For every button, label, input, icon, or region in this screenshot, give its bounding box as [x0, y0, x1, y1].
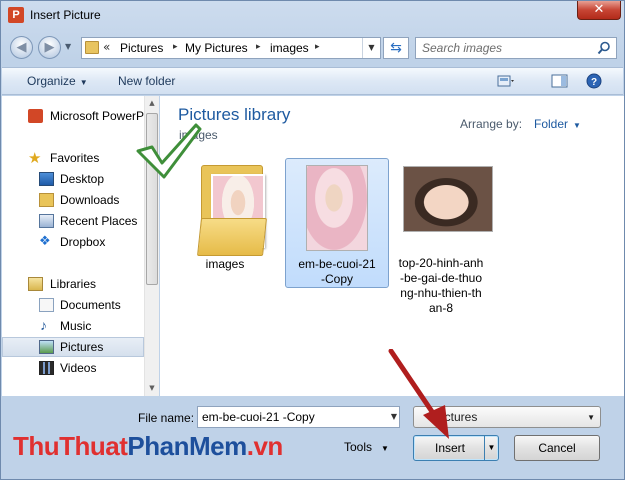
title-bar[interactable]: P Insert Picture ✕	[1, 1, 624, 31]
recent-locations-dropdown[interactable]: ▼	[65, 42, 71, 51]
nav-item-label: Dropbox	[60, 235, 106, 249]
nav-item-desktop[interactable]: Desktop	[2, 169, 144, 189]
file-name-input[interactable]	[202, 410, 372, 424]
insert-options-dropdown[interactable]: ▼	[484, 436, 498, 460]
file-name-line: top-20-hinh-anh	[398, 256, 484, 270]
recent-places-icon	[39, 214, 54, 228]
nav-item-label: Microsoft PowerP	[50, 109, 144, 123]
watermark-logo: ThuThuatPhanMem.vn	[13, 431, 283, 461]
search-input[interactable]	[422, 40, 592, 56]
organize-label: Organize	[27, 74, 76, 88]
image-thumbnail	[306, 165, 368, 251]
nav-item-label: Documents	[60, 298, 121, 312]
arrow-left-icon: ◀	[16, 40, 27, 55]
file-name-line: em-be-cuoi-21	[298, 257, 376, 271]
file-name-line: -Copy	[320, 272, 353, 286]
window-title: Insert Picture	[30, 8, 101, 22]
nav-item-label: Downloads	[60, 193, 120, 207]
search-icon	[597, 41, 610, 55]
close-button[interactable]: ✕	[577, 1, 621, 20]
nav-item-label: Libraries	[50, 277, 97, 291]
nav-item-label: Music	[60, 319, 92, 333]
pictures-icon	[39, 340, 54, 354]
videos-icon	[39, 361, 54, 375]
refresh-icon: ⇆	[390, 40, 402, 56]
nav-item-label: Videos	[60, 361, 97, 375]
help-icon[interactable]: ?	[585, 73, 605, 89]
forward-button[interactable]: ▶	[38, 36, 61, 59]
file-name-label: File name:	[138, 411, 195, 425]
organize-button[interactable]: Organize ▼	[27, 74, 88, 88]
libraries-icon	[28, 277, 43, 291]
change-view-icon[interactable]	[496, 73, 516, 89]
nav-item-label: Favorites	[50, 151, 100, 165]
refresh-button[interactable]: ⇆	[383, 37, 409, 59]
address-overflow-button[interactable]: «	[103, 40, 110, 54]
folder-front-flap	[197, 218, 267, 256]
powerpoint-icon	[28, 109, 43, 123]
cancel-button[interactable]: Cancel	[514, 435, 600, 461]
nav-item-libraries[interactable]: Libraries	[2, 274, 144, 294]
breadcrumb-separator[interactable]: ▸	[173, 42, 178, 52]
powerpoint-app-icon: P	[8, 7, 24, 23]
address-dropdown-button[interactable]: ▼	[362, 38, 380, 58]
chevron-down-icon: ▼	[573, 121, 581, 130]
chevron-down-icon: ▼	[79, 78, 88, 87]
command-bar: Organize ▼ New folder ?	[2, 67, 623, 95]
downloads-icon	[39, 193, 54, 207]
arrow-right-icon: ▶	[44, 40, 55, 55]
scroll-down-icon[interactable]: ▼	[145, 381, 159, 396]
tools-button[interactable]: Tools ▼	[344, 440, 389, 454]
nav-item-label: Pictures	[60, 340, 104, 354]
insert-picture-dialog: P Insert Picture ✕ ◀ ▶ ▼ « Pictures ▸ My…	[0, 0, 625, 480]
nav-item-pictures[interactable]: Pictures	[2, 337, 144, 357]
nav-item-label: Recent Places	[60, 214, 138, 228]
nav-item-recent-places[interactable]: Recent Places	[2, 211, 144, 231]
file-tile-em-be-cuoi-21-copy[interactable]: em-be-cuoi-21 -Copy	[285, 158, 389, 288]
close-icon: ✕	[593, 2, 605, 17]
file-tile-top-20-hinh-anh[interactable]: top-20-hinh-anh -be-gai-de-thuo ng-nhu-t…	[389, 158, 493, 315]
nav-item-documents[interactable]: Documents	[2, 295, 144, 315]
star-icon: ★	[28, 150, 42, 167]
chevron-down-icon: ▼	[587, 413, 595, 422]
nav-item-favorites[interactable]: ★ Favorites	[2, 148, 144, 168]
arrow-pointer-icon	[388, 349, 449, 439]
checkmark-icon	[136, 123, 202, 179]
arrange-by-label: Arrange by:	[460, 117, 523, 131]
file-name-line: an-8	[428, 301, 454, 315]
breadcrumb-pictures[interactable]: Pictures	[120, 41, 163, 55]
arrange-by-dropdown[interactable]: Folder ▼	[534, 117, 581, 131]
nav-item-dropbox[interactable]: ❖ Dropbox	[2, 232, 144, 252]
svg-text:?: ?	[591, 77, 597, 88]
preview-pane-icon[interactable]	[550, 73, 570, 89]
file-name: images	[205, 257, 245, 271]
search-box[interactable]	[415, 37, 617, 59]
tools-label: Tools	[344, 440, 373, 454]
dropbox-icon: ❖	[39, 233, 51, 248]
nav-item-downloads[interactable]: Downloads	[2, 190, 144, 210]
nav-item-music[interactable]: ♪ Music	[2, 316, 144, 336]
desktop-icon	[39, 172, 54, 186]
scroll-up-icon[interactable]: ▲	[145, 96, 159, 111]
file-name-line: -be-gai-de-thuo	[399, 271, 483, 285]
file-name-combo[interactable]: ▼	[197, 406, 400, 428]
breadcrumb-images[interactable]: images	[270, 41, 309, 55]
music-icon: ♪	[40, 317, 47, 333]
nav-item-label: Desktop	[60, 172, 105, 186]
back-button[interactable]: ◀	[10, 36, 33, 59]
folder-icon	[85, 41, 99, 54]
new-folder-button[interactable]: New folder	[118, 74, 175, 88]
breadcrumb-my-pictures[interactable]: My Pictures	[185, 41, 248, 55]
nav-item-videos[interactable]: Videos	[2, 358, 144, 378]
documents-icon	[39, 298, 54, 312]
image-thumbnail	[403, 166, 493, 232]
file-name-line: ng-nhu-thien-th	[400, 286, 482, 300]
arrange-by-value: Folder	[534, 117, 569, 131]
breadcrumb-separator[interactable]: ▸	[256, 42, 261, 52]
breadcrumb-separator[interactable]: ▸	[315, 42, 320, 52]
address-bar[interactable]: « Pictures ▸ My Pictures ▸ images ▸ ▼	[81, 37, 381, 59]
nav-item-microsoft-powerpoint[interactable]: Microsoft PowerP	[2, 106, 144, 126]
